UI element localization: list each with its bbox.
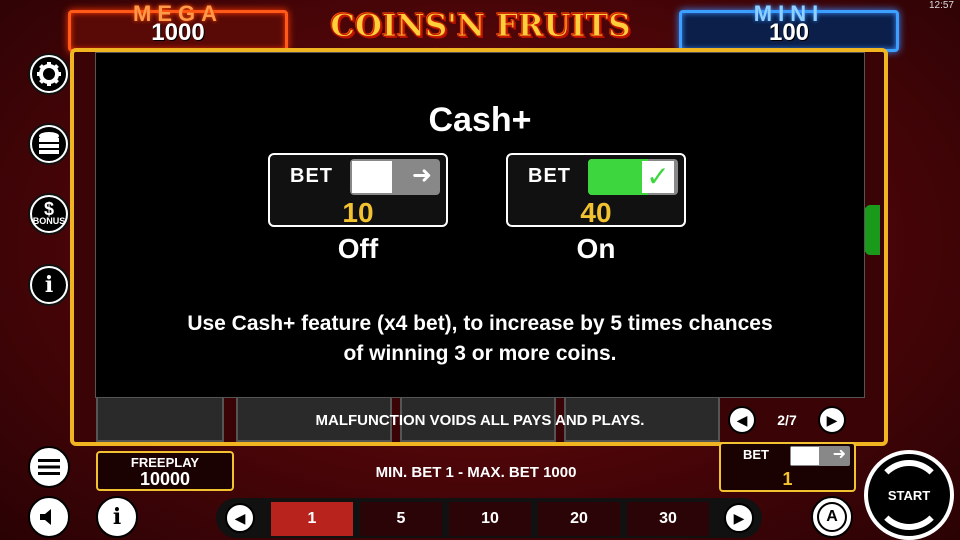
mini-jackpot: MINI 100 <box>679 1 899 52</box>
popup-description: Use Cash+ feature (x4 bet), to increase … <box>96 309 864 369</box>
info-icon[interactable]: i <box>28 264 70 306</box>
min-max-bet: MIN. BET 1 - MAX. BET 1000 <box>375 464 577 481</box>
bet-option-5[interactable]: 5 <box>360 502 442 536</box>
bet-label: BET <box>290 165 333 187</box>
clock: 12:57 <box>928 0 954 11</box>
popup-title: Cash+ <box>428 101 532 139</box>
bet-decrease-button[interactable]: ◀ <box>225 503 255 533</box>
state-off-label: Off <box>337 233 379 264</box>
bet-option-20[interactable]: 20 <box>538 502 620 536</box>
toggle-on: ✓ <box>588 159 678 195</box>
malfunction-notice: MALFUNCTION VOIDS ALL PAYS AND PLAYS. <box>315 412 645 429</box>
bet-value-on: 40 <box>580 197 612 228</box>
description-line-1: Use Cash+ feature (x4 bet), to increase … <box>187 312 773 335</box>
hamburger-icon <box>38 459 60 475</box>
gear-icon[interactable] <box>28 53 70 95</box>
mega-jackpot: MEGA 1000 <box>68 1 288 52</box>
previous-page-button[interactable]: ◀ <box>728 406 756 434</box>
reel-cell <box>96 396 224 442</box>
freeplay-label: FREEPLAY <box>130 455 200 470</box>
cash-plus-popup: Cash+ BET ➜ 10 Off BET ✓ 40 On Use Cash+… <box>95 52 865 398</box>
sound-button[interactable] <box>28 496 70 538</box>
bonus-icon[interactable]: $ BONUS <box>28 193 70 235</box>
info-button[interactable]: i <box>96 496 138 538</box>
bet-option-10[interactable]: 10 <box>449 502 531 536</box>
bet-value: 1 <box>782 469 793 489</box>
description-line-2: of winning 3 or more coins. <box>343 342 617 365</box>
freeplay-value: 10000 <box>139 469 191 489</box>
autoplay-button[interactable]: A <box>811 496 853 538</box>
bet-option-30[interactable]: 30 <box>627 502 709 536</box>
gear-icon-glyph <box>37 62 61 86</box>
bet-option-1[interactable]: 1 <box>271 502 353 536</box>
coin-stack-glyph <box>39 132 59 154</box>
cash-plus-toggle[interactable]: ➜ <box>790 446 850 466</box>
next-page-button[interactable]: ▶ <box>818 406 846 434</box>
autoplay-icon: A <box>817 502 847 532</box>
cash-plus-off-example: BET ➜ 10 <box>268 153 448 228</box>
bet-display[interactable]: BET ➜ 1 <box>719 442 856 492</box>
bet-increase-button[interactable]: ▶ <box>724 503 754 533</box>
page-indicator: 2/7 <box>777 412 797 428</box>
arrow-right-icon: ➜ <box>832 446 846 463</box>
toggle-off: ➜ <box>350 159 440 195</box>
checkmark-icon: ✓ <box>642 161 674 193</box>
mini-jackpot-value: 100 <box>768 19 810 46</box>
bet-label: BET <box>743 447 769 462</box>
dollar-icon: $ <box>43 199 54 219</box>
bet-value-off: 10 <box>342 197 374 228</box>
arrow-right-icon: ➜ <box>411 162 432 189</box>
mega-jackpot-value: 1000 <box>151 19 205 46</box>
menu-button[interactable] <box>28 446 70 488</box>
speaker-icon <box>40 509 51 525</box>
freeplay-balance: FREEPLAY 10000 <box>96 451 234 491</box>
start-button[interactable]: START <box>864 450 954 540</box>
start-label: START <box>887 487 931 503</box>
bet-label: BET <box>528 165 571 187</box>
state-on-label: On <box>576 233 616 264</box>
bonus-text: BONUS <box>32 216 66 226</box>
coin-stack-icon[interactable] <box>28 123 70 165</box>
cash-plus-on-example: BET ✓ 40 <box>506 153 686 228</box>
